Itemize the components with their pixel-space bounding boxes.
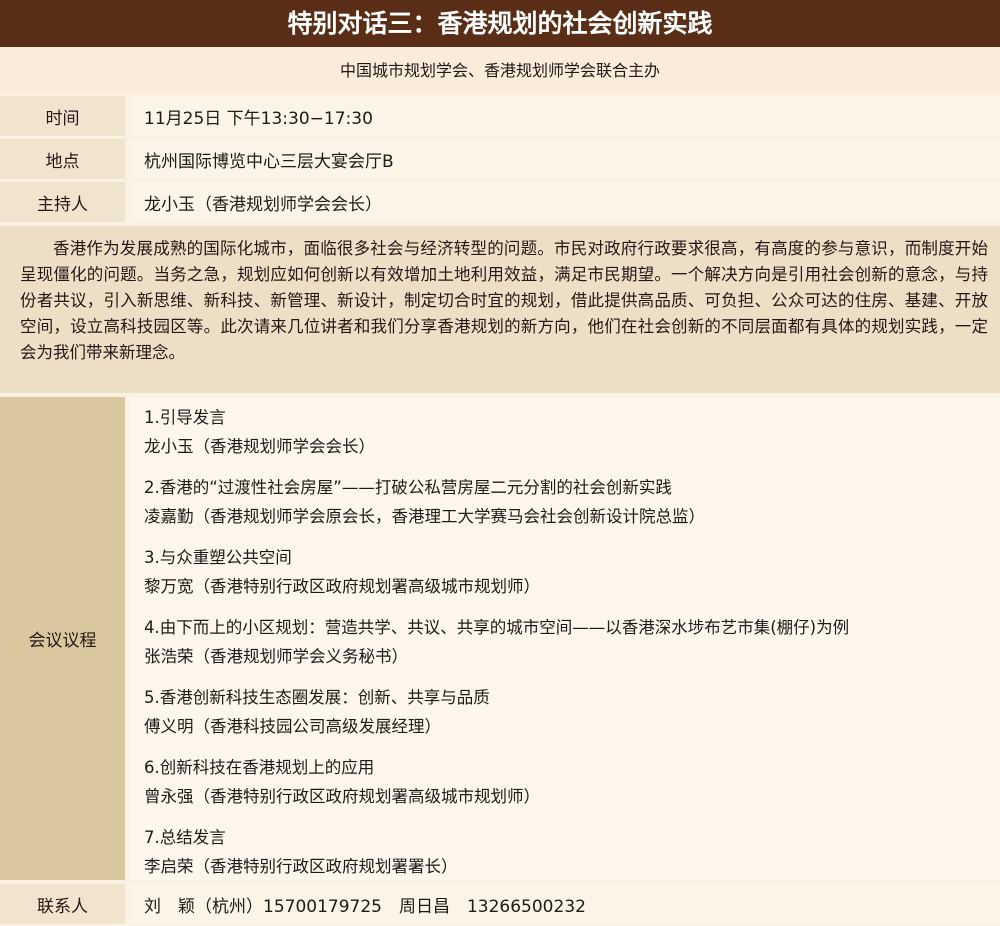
agenda-item: 2.香港的“过渡性社会房屋”——打破公私营房屋二元分割的社会创新实践 凌嘉勤（香…: [144, 473, 1000, 543]
agenda-item: 1.引导发言 龙小玉（香港规划师学会会长）: [144, 403, 1000, 473]
agenda-item-title: 1.引导发言: [144, 408, 226, 427]
agenda-item-speaker: 曾永强（香港特别行政区政府规划署高级城市规划师）: [144, 787, 540, 806]
agenda-item-speaker: 李启荣（香港特别行政区政府规划署署长）: [144, 857, 458, 876]
agenda-item-title: 4.由下而上的小区规划：营造共学、共议、共享的城市空间——以香港深水埗布艺市集(…: [144, 618, 850, 637]
agenda-item-speaker: 凌嘉勤（香港规划师学会原会长，香港理工大学赛马会社会创新设计院总监）: [144, 507, 705, 526]
time-row: 时间 11月25日 下午13:30−17:30: [0, 96, 1000, 136]
contact-value: 刘 颖（杭州）15700179725 周日昌 13266500232: [130, 884, 1000, 924]
agenda-item: 7.总结发言 李启荣（香港特别行政区政府规划署署长）: [144, 823, 1000, 893]
page-title: 特别对话三：香港规划的社会创新实践: [0, 0, 1000, 47]
agenda-item: 4.由下而上的小区规划：营造共学、共议、共享的城市空间——以香港深水埗布艺市集(…: [144, 613, 1000, 683]
place-value: 杭州国际博览中心三层大宴会厅B: [130, 139, 1000, 179]
agenda-item-title: 6.创新科技在香港规划上的应用: [144, 758, 375, 777]
intro-paragraph: 香港作为发展成熟的国际化城市，面临很多社会与经济转型的问题。市民对政府行政要求很…: [0, 226, 1000, 393]
agenda-item-title: 3.与众重塑公共空间: [144, 548, 292, 567]
agenda-item-title: 5.香港创新科技生态圈发展：创新、共享与品质: [144, 688, 490, 707]
organizer-line: 中国城市规划学会、香港规划师学会联合主办: [0, 47, 1000, 92]
contact-row: 联系人 刘 颖（杭州）15700179725 周日昌 13266500232: [0, 884, 1000, 924]
agenda-item-speaker: 黎万宽（香港特别行政区政府规划署高级城市规划师）: [144, 577, 540, 596]
time-value: 11月25日 下午13:30−17:30: [130, 96, 1000, 136]
agenda-item-speaker: 张浩荣（香港规划师学会义务秘书）: [144, 647, 408, 666]
host-label: 主持人: [0, 182, 125, 222]
agenda-list: 1.引导发言 龙小玉（香港规划师学会会长） 2.香港的“过渡性社会房屋”——打破…: [130, 397, 1000, 880]
host-value: 龙小玉（香港规划师学会会长）: [130, 182, 1000, 222]
agenda-item-title: 2.香港的“过渡性社会房屋”——打破公私营房屋二元分割的社会创新实践: [144, 478, 672, 497]
place-row: 地点 杭州国际博览中心三层大宴会厅B: [0, 139, 1000, 179]
agenda-item-title: 7.总结发言: [144, 828, 226, 847]
time-label: 时间: [0, 96, 125, 136]
contact-label: 联系人: [0, 884, 125, 924]
agenda-item: 5.香港创新科技生态圈发展：创新、共享与品质 傅义明（香港科技园公司高级发展经理…: [144, 683, 1000, 753]
agenda-item-speaker: 傅义明（香港科技园公司高级发展经理）: [144, 717, 441, 736]
agenda-item: 3.与众重塑公共空间 黎万宽（香港特别行政区政府规划署高级城市规划师）: [144, 543, 1000, 613]
agenda-item: 6.创新科技在香港规划上的应用 曾永强（香港特别行政区政府规划署高级城市规划师）: [144, 753, 1000, 823]
host-row: 主持人 龙小玉（香港规划师学会会长）: [0, 182, 1000, 222]
agenda-label: 会议议程: [0, 397, 125, 880]
agenda-item-speaker: 龙小玉（香港规划师学会会长）: [144, 437, 375, 456]
place-label: 地点: [0, 139, 125, 179]
